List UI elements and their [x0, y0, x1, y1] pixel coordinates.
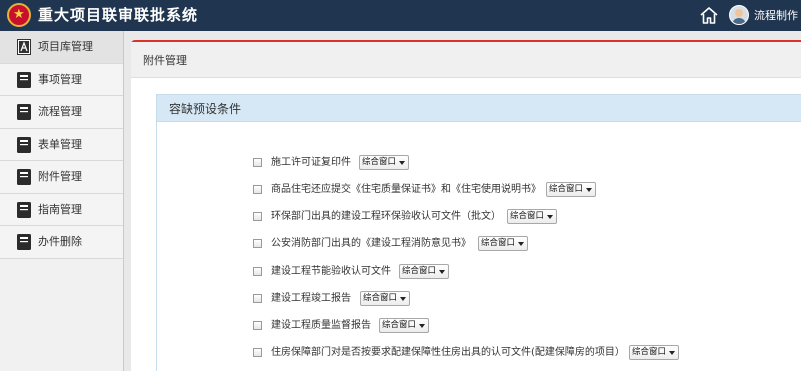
dropdown-arrow-icon	[547, 215, 553, 219]
page-title: 附件管理	[143, 54, 187, 67]
window-select[interactable]: 综合窗口	[399, 264, 449, 279]
dropdown-arrow-icon	[439, 270, 445, 274]
window-select-value: 综合窗口	[481, 238, 516, 248]
sidebar-item-label: 指南管理	[38, 202, 82, 216]
window-select-value: 综合窗口	[549, 184, 584, 194]
condition-label: 住房保障部门对是否按要求配建保障性住房出具的认可文件(配建保障房的项目）	[271, 347, 625, 358]
panel-header: 附件管理	[131, 42, 801, 78]
book-icon	[17, 169, 31, 185]
condition-checkbox[interactable]	[253, 321, 262, 330]
condition-checkbox[interactable]	[253, 294, 262, 303]
sidebar-item-label: 表单管理	[38, 137, 82, 151]
user-avatar-icon[interactable]	[729, 5, 749, 25]
dropdown-arrow-icon	[669, 351, 675, 355]
condition-checkbox[interactable]	[253, 158, 262, 167]
window-select[interactable]: 综合窗口	[478, 236, 528, 251]
condition-checkbox[interactable]	[253, 348, 262, 357]
project-library-icon	[17, 39, 31, 55]
sidebar-item-label: 项目库管理	[38, 40, 93, 53]
sidebar-item-process[interactable]: 流程管理	[0, 96, 123, 129]
window-select[interactable]: 综合窗口	[546, 182, 596, 197]
sidebar-item-matters[interactable]: 事项管理	[0, 63, 123, 96]
sidebar: 项目库管理 事项管理 流程管理 表单管理 附件管理 指南管理 办件删除	[0, 31, 124, 371]
condition-label: 建设工程节能验收认可文件	[271, 266, 391, 277]
book-icon	[17, 201, 31, 218]
sidebar-item-delete-cases[interactable]: 办件删除	[0, 226, 123, 259]
condition-checkbox[interactable]	[253, 212, 262, 221]
sidebar-item-forms[interactable]: 表单管理	[0, 128, 123, 161]
app-title: 重大项目联审联批系统	[38, 6, 199, 24]
book-icon	[17, 136, 31, 153]
section-box: 容缺预设条件 施工许可证复印件 综合窗口 商品住宅还应提交《住宅质量保证书》和《…	[156, 94, 801, 371]
condition-label: 施工许可证复印件	[271, 157, 351, 168]
dropdown-arrow-icon	[518, 242, 524, 246]
window-select[interactable]: 综合窗口	[379, 318, 429, 333]
window-select[interactable]: 综合窗口	[507, 209, 557, 224]
window-select[interactable]: 综合窗口	[360, 291, 410, 306]
section-header: 容缺预设条件	[157, 95, 801, 122]
condition-checkbox[interactable]	[253, 185, 262, 194]
condition-label: 公安消防部门出具的《建设工程消防意见书》	[271, 238, 471, 249]
book-icon	[17, 71, 31, 88]
window-select[interactable]: 综合窗口	[359, 155, 409, 170]
section-title: 容缺预设条件	[169, 102, 242, 116]
window-select-value: 综合窗口	[362, 157, 397, 167]
dropdown-arrow-icon	[400, 297, 406, 301]
condition-label: 建设工程质量监督报告	[271, 320, 371, 331]
window-select-value: 综合窗口	[382, 320, 417, 330]
book-icon	[17, 234, 31, 250]
condition-label: 建设工程竣工报告	[271, 293, 351, 304]
window-select[interactable]: 综合窗口	[629, 345, 679, 360]
window-select-value: 综合窗口	[632, 347, 667, 357]
sidebar-item-attachments[interactable]: 附件管理	[0, 161, 123, 194]
emblem-icon	[7, 3, 31, 27]
book-icon	[17, 104, 31, 120]
sidebar-item-guides[interactable]: 指南管理	[0, 193, 123, 226]
window-select-value: 综合窗口	[510, 211, 545, 221]
condition-label: 商品住宅还应提交《住宅质量保证书》和《住宅使用说明书》	[271, 184, 541, 195]
condition-checkbox[interactable]	[253, 239, 262, 248]
dropdown-arrow-icon	[586, 188, 592, 192]
condition-label: 环保部门出具的建设工程环保验收认可文件（批文）	[271, 211, 501, 222]
window-select-value: 综合窗口	[363, 293, 398, 303]
window-select-value: 综合窗口	[402, 266, 437, 276]
home-icon[interactable]	[699, 6, 719, 25]
condition-checkbox[interactable]	[253, 267, 262, 276]
sidebar-item-label: 事项管理	[38, 72, 82, 86]
flow-make-link[interactable]: 流程制作	[754, 8, 798, 24]
sidebar-item-label: 附件管理	[38, 170, 82, 183]
sidebar-item-label: 流程管理	[38, 105, 82, 118]
dropdown-arrow-icon	[419, 324, 425, 328]
dropdown-arrow-icon	[399, 161, 405, 165]
top-bar: 重大项目联审联批系统 流程制作	[0, 0, 801, 31]
sidebar-item-label: 办件删除	[38, 235, 82, 248]
sidebar-item-project-library[interactable]: 项目库管理	[0, 31, 123, 64]
main-panel: 附件管理 容缺预设条件 施工许可证复印件 综合窗口 商品住宅还应提交《住宅质量保…	[131, 40, 801, 371]
